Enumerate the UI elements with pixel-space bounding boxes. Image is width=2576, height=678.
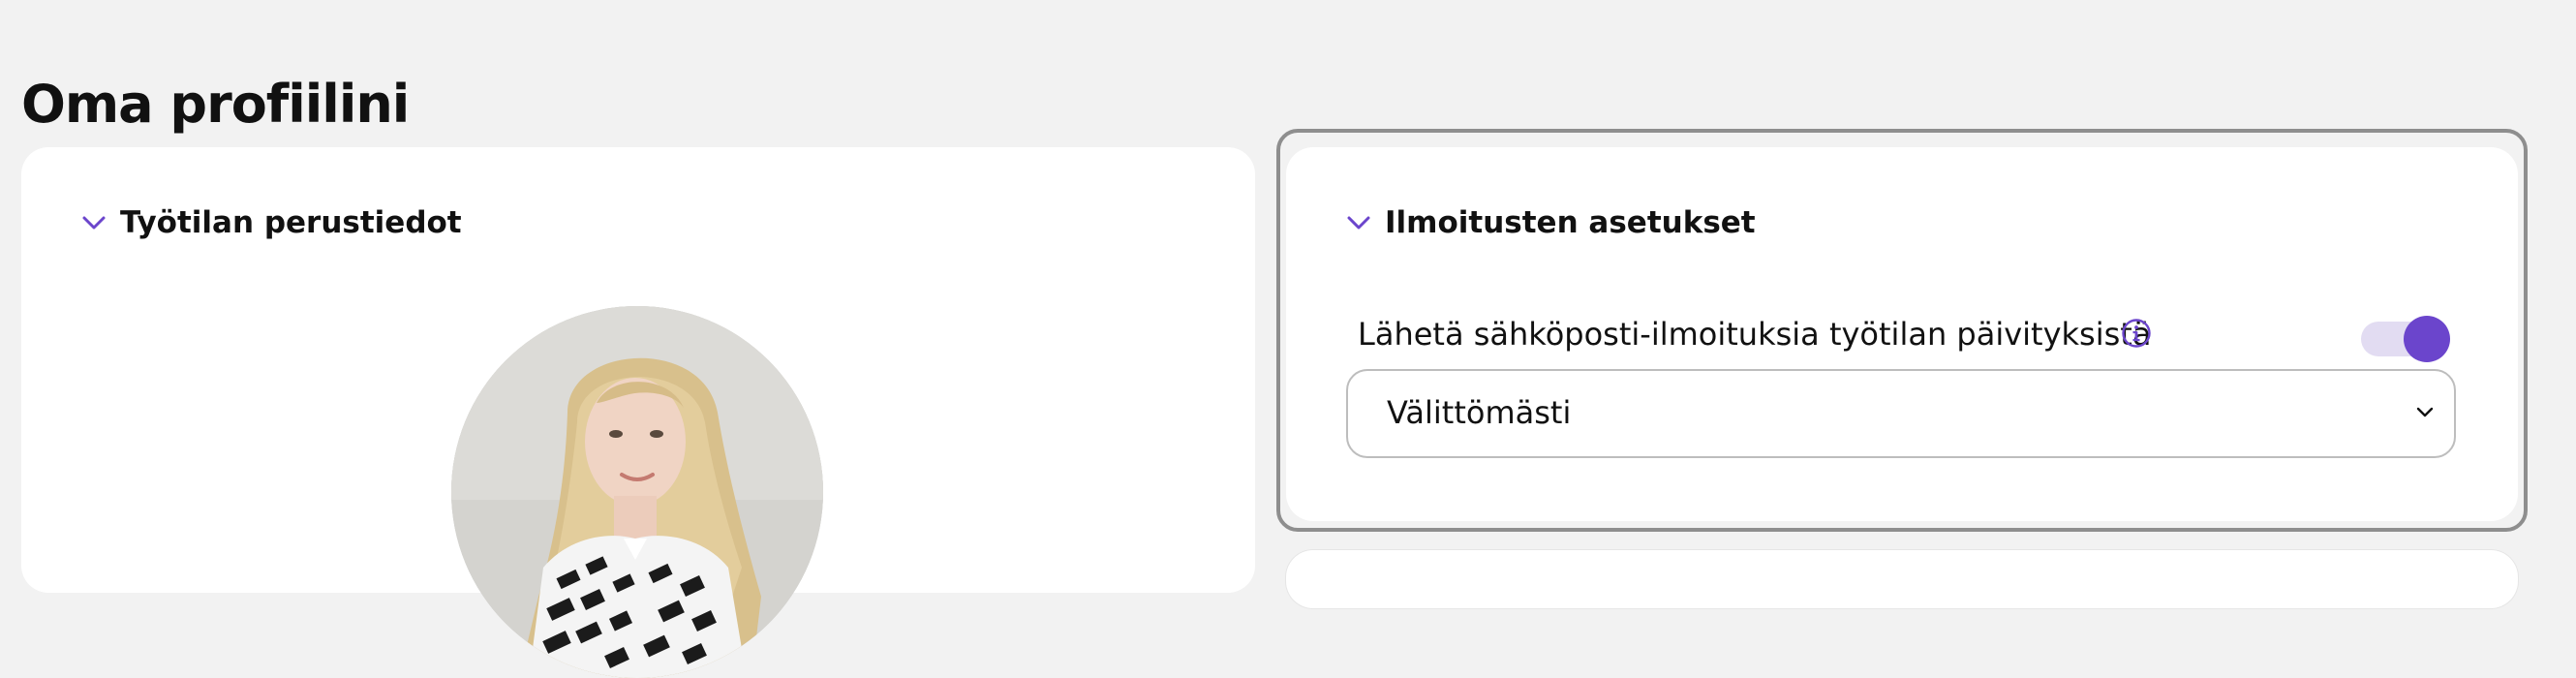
avatar-photo <box>451 306 823 678</box>
workspace-basics-header[interactable]: Työtilan perustiedot <box>81 205 462 240</box>
workspace-basics-title: Työtilan perustiedot <box>120 205 462 240</box>
avatar[interactable] <box>451 306 823 678</box>
notification-settings-header[interactable]: Ilmoitusten asetukset <box>1346 205 1756 240</box>
email-notification-setting: Lähetä sähköposti-ilmoituksia työtilan p… <box>1358 312 2450 354</box>
notification-settings-card: Ilmoitusten asetukset Lähetä sähköposti-… <box>1286 147 2518 521</box>
next-settings-card <box>1286 550 2518 608</box>
email-notification-label: Lähetä sähköposti-ilmoituksia työtilan p… <box>1358 316 2152 353</box>
page-title: Oma profiilini <box>21 74 410 136</box>
chevron-down-icon <box>82 216 106 230</box>
info-icon[interactable] <box>2121 318 2152 349</box>
workspace-basics-card: Työtilan perustiedot <box>21 147 1255 678</box>
notification-settings-title: Ilmoitusten asetukset <box>1385 205 1756 240</box>
toggle-knob <box>2404 316 2450 362</box>
select-caret-icon <box>2416 407 2434 417</box>
chevron-down-icon <box>1347 216 1370 230</box>
notification-frequency-value: Välittömästi <box>1387 394 1572 431</box>
email-notification-toggle[interactable] <box>2361 316 2450 362</box>
notification-frequency-select[interactable]: Välittömästi <box>1346 369 2456 458</box>
